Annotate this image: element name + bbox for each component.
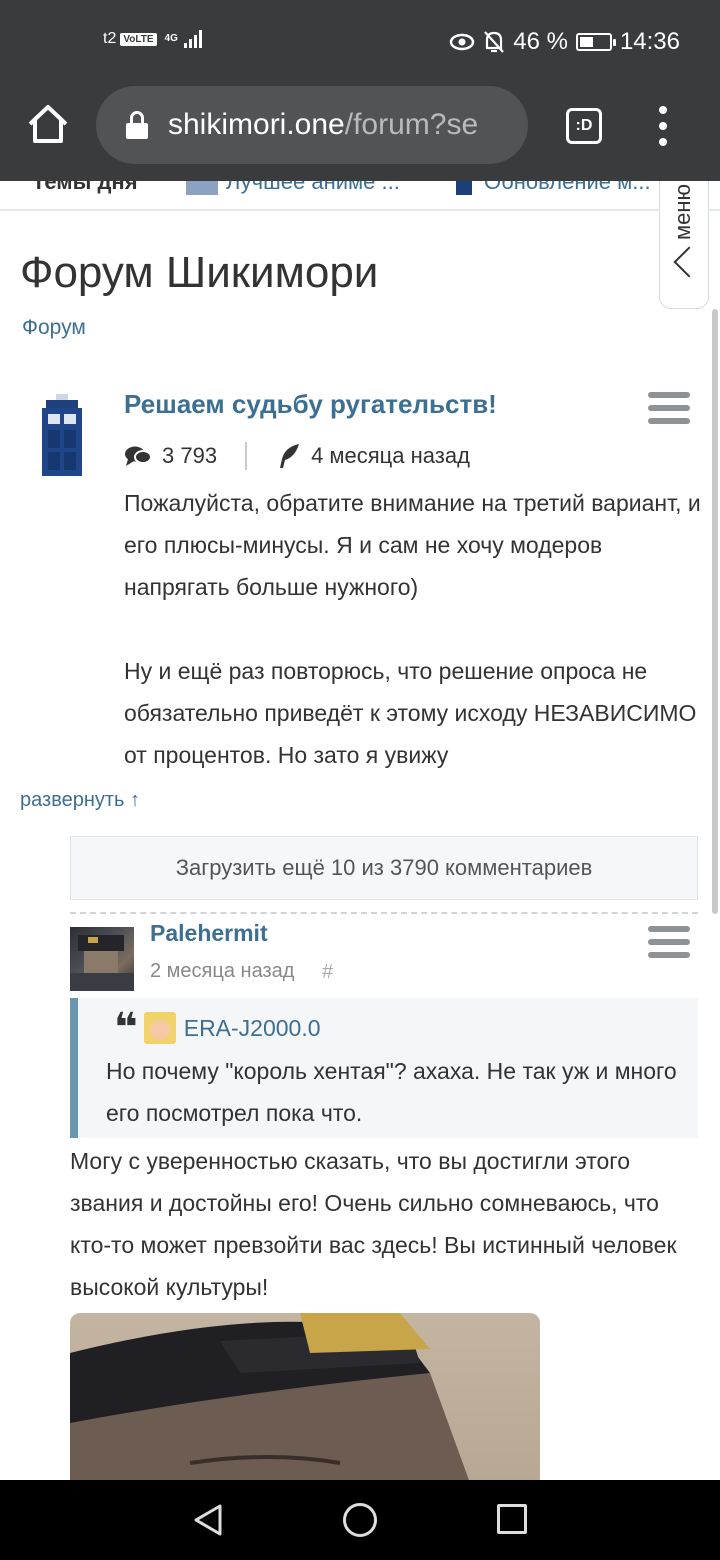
- home-nav-icon[interactable]: [343, 1503, 377, 1537]
- topic-paragraph: Пожалуйста, обратите внимание на третий …: [124, 490, 701, 600]
- status-left: t2 VoLTE 4G: [103, 30, 202, 48]
- system-nav-bar: [0, 1480, 720, 1560]
- recent-apps-icon[interactable]: [497, 1504, 527, 1534]
- topic-meta: 3 793 4 месяца назад: [124, 440, 470, 472]
- battery-icon: [575, 33, 616, 51]
- quoted-author[interactable]: ERA-J2000.0: [184, 1015, 321, 1042]
- comment-time: 2 месяца назад: [150, 960, 295, 982]
- topic-title[interactable]: Решаем судьбу ругательств!: [124, 389, 497, 420]
- mute-bell-icon: [484, 31, 505, 53]
- topic-body: Пожалуйста, обратите внимание на третий …: [124, 482, 704, 772]
- meta-separator: [245, 442, 248, 470]
- quill-icon: [280, 444, 300, 468]
- side-menu-toggle[interactable]: меню: [659, 181, 709, 309]
- topic-link-1[interactable]: Лучшее аниме ...: [186, 181, 400, 195]
- signal-icon: [183, 30, 202, 48]
- quote-header: ❛❛ ERA-J2000.0: [114, 1006, 321, 1050]
- divider: [70, 912, 698, 914]
- topics-label: Темы дня: [32, 181, 138, 194]
- topic-updated: 4 месяца назад: [311, 443, 470, 468]
- browser-chrome: t2 VoLTE 4G 46 % 14:36 shikimori.one/for…: [0, 0, 720, 181]
- carrier-label: t2: [103, 30, 117, 47]
- network-type: 4G: [164, 33, 178, 44]
- lock-icon: [126, 111, 148, 139]
- comment-menu-icon[interactable]: [648, 926, 690, 958]
- expand-link[interactable]: развернуть ↑: [20, 789, 140, 812]
- topic-thumb: [456, 181, 472, 195]
- eye-icon: [449, 33, 475, 51]
- comments-icon: [125, 446, 152, 466]
- topic-paragraph: Ну и ещё раз повторюсь, что решение опро…: [124, 658, 697, 768]
- address-bar[interactable]: shikimori.one/forum?se: [96, 86, 528, 164]
- topic-link-2[interactable]: Обновление м...: [456, 181, 651, 195]
- topics-strip: Темы дня Лучшее аниме ... Обновление м..…: [0, 181, 720, 211]
- quote-icon: ❛❛: [114, 1006, 138, 1050]
- tardis-avatar[interactable]: [38, 394, 86, 476]
- page-title: Форум Шикимори: [20, 248, 379, 297]
- topic-thumb: [186, 181, 218, 195]
- clock: 14:36: [619, 28, 680, 55]
- comment-author[interactable]: Palehermit: [150, 920, 268, 947]
- status-right: 46 % 14:36: [449, 28, 680, 56]
- scrollbar[interactable]: [712, 309, 718, 914]
- home-icon[interactable]: [26, 102, 70, 146]
- comment-text: Могу с уверенностью сказать, что вы дост…: [70, 1148, 677, 1300]
- comment-image[interactable]: [70, 1313, 540, 1483]
- back-icon[interactable]: [190, 1502, 226, 1538]
- battery-percent: 46 %: [513, 28, 568, 55]
- load-more-button[interactable]: Загрузить ещё 10 из 3790 комментариев: [70, 836, 698, 900]
- url-text[interactable]: shikimori.one/forum?se: [168, 108, 478, 142]
- menu-label: меню: [670, 184, 695, 241]
- quote-block: ❛❛ ERA-J2000.0 Но почему "король хентая"…: [70, 998, 698, 1138]
- quoted-user-avatar[interactable]: [143, 1012, 176, 1044]
- chevron-left-icon: [673, 246, 705, 278]
- volte-badge: VoLTE: [120, 32, 157, 46]
- permalink-link[interactable]: #: [322, 961, 333, 984]
- user-avatar[interactable]: [70, 927, 134, 991]
- breadcrumb-forum[interactable]: Форум: [22, 316, 86, 340]
- browser-menu-icon[interactable]: [656, 106, 670, 146]
- tab-switcher-button[interactable]: :D: [566, 108, 602, 144]
- topic-menu-icon[interactable]: [648, 392, 690, 424]
- quote-text: Но почему "король хентая"? ахаха. Не так…: [106, 1058, 677, 1126]
- comment-count: 3 793: [162, 443, 218, 468]
